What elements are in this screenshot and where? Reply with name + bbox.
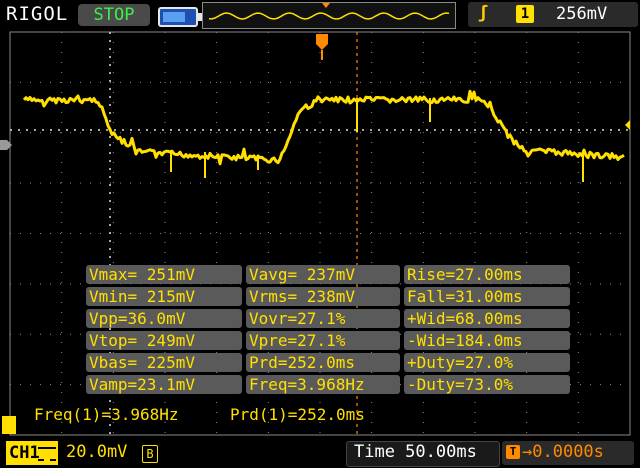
- timebase-value[interactable]: Time 50.00ms: [354, 442, 477, 462]
- measurement-cell: Rise=27.00ms: [404, 265, 570, 284]
- period-readout: Prd(1)=252.0ms: [230, 405, 365, 424]
- measurement-cell: Prd=252.0ms: [246, 353, 400, 372]
- measurement-cell: Vmax= 251mV: [86, 265, 242, 284]
- channel-ground-marker[interactable]: [2, 416, 16, 434]
- measurement-cell: Vrms= 238mV: [246, 287, 400, 306]
- dc-coupling-icon: [38, 447, 56, 461]
- trigger-marker-icon: [316, 34, 328, 50]
- measurement-cell: Vamp=23.1mV: [86, 375, 242, 394]
- oscilloscope-screen: RIGOL STOP ʃ 1 256mV Vmax= 251mV Vavg= 23…: [0, 0, 640, 468]
- measurement-cell: Vbas= 225mV: [86, 353, 242, 372]
- measurement-cell: +Wid=68.00ms: [404, 309, 570, 328]
- measurement-cell: +Duty=27.0%: [404, 353, 570, 372]
- measurement-cell: Fall=31.00ms: [404, 287, 570, 306]
- measurement-cell: Vmin= 215mV: [86, 287, 242, 306]
- measurement-cell: Vpre=27.1%: [246, 331, 400, 350]
- measurement-cell: -Wid=184.0ms: [404, 331, 570, 350]
- measurement-cell: Vovr=27.1%: [246, 309, 400, 328]
- measurement-cell: Vpp=36.0mV: [86, 309, 242, 328]
- bandwidth-limit-badge: B: [142, 445, 158, 463]
- trigger-delay-text: 0.0000s: [532, 442, 604, 462]
- trigger-delay-icon: T: [506, 445, 520, 459]
- trigger-level-marker-icon: [625, 120, 630, 130]
- frequency-counter-readout: Freq(1)=3.968Hz: [34, 405, 179, 424]
- measurement-cell: Vtop= 249mV: [86, 331, 242, 350]
- measurement-table: Vmax= 251mV Vavg= 237mV Rise=27.00ms Vmin= …: [86, 265, 572, 397]
- channel1-vertical-scale[interactable]: 20.0mV: [66, 442, 127, 462]
- delay-arrow-icon: →: [522, 442, 533, 462]
- waveform-graticule: [0, 31, 631, 436]
- measurement-cell: Freq=3.968Hz: [246, 375, 400, 394]
- measurement-cell: Vavg= 237mV: [246, 265, 400, 284]
- measurement-cell: -Duty=73.0%: [404, 375, 570, 394]
- channel1-waveform-trace: [22, 89, 625, 166]
- trigger-delay-value[interactable]: →0.0000s: [522, 442, 604, 462]
